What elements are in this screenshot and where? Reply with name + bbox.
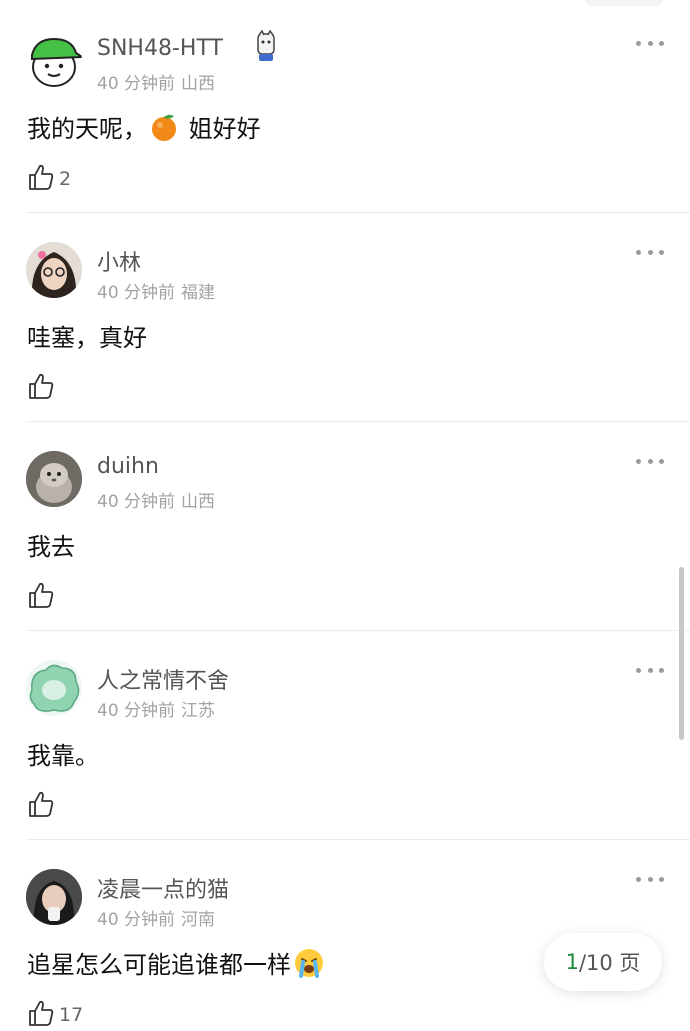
comment-location: 江苏 [181, 701, 216, 721]
like-button[interactable]: 2 [27, 164, 71, 194]
user-badge-icon [254, 29, 278, 64]
username[interactable]: 小林 [97, 245, 141, 277]
username[interactable]: 人之常情不舍 [97, 663, 229, 695]
more-dots-icon[interactable] [636, 869, 664, 889]
comment-text: 我的天呢， 姐好好 [27, 109, 261, 144]
divider [26, 212, 690, 213]
divider [26, 839, 690, 840]
username[interactable]: duihn [97, 454, 159, 479]
comment-location: 山西 [181, 74, 216, 94]
top-stub [584, 0, 664, 6]
comment-time: 40 分钟前 [97, 492, 176, 512]
thumb-up-icon [27, 999, 55, 1031]
like-button[interactable]: 17 [27, 1000, 83, 1030]
avatar[interactable] [26, 242, 82, 298]
like-count: 2 [59, 168, 72, 190]
comment-text: 我靠。 [27, 742, 99, 770]
thumb-up-icon [27, 163, 55, 195]
comment-meta: 40 分钟前 山西 [97, 69, 215, 94]
comment-location: 山西 [181, 492, 216, 512]
comment-text: 追星怎么可能追谁都一样 [27, 945, 325, 980]
comment-time: 40 分钟前 [97, 74, 176, 94]
like-button[interactable] [27, 791, 59, 821]
comment-time: 40 分钟前 [97, 910, 176, 930]
thumb-up-icon [27, 581, 55, 613]
total-pages: /10 页 [578, 951, 641, 975]
scrollbar[interactable] [679, 567, 684, 740]
current-page: 1 [565, 950, 579, 974]
username[interactable]: 凌晨一点的猫 [97, 872, 229, 904]
comment-location: 福建 [181, 283, 216, 303]
comment-location: 河南 [181, 910, 216, 930]
like-button[interactable] [27, 582, 59, 612]
like-button[interactable] [27, 373, 59, 403]
thumb-up-icon [27, 372, 55, 404]
orange-emoji-icon [149, 112, 179, 141]
comment-meta: 40 分钟前 山西 [97, 487, 215, 512]
divider [26, 421, 690, 422]
comment-meta: 40 分钟前 江苏 [97, 696, 215, 721]
divider [26, 630, 690, 631]
page-indicator[interactable]: 1/10 页 [544, 933, 662, 991]
thumb-up-icon [27, 790, 55, 822]
comment-time: 40 分钟前 [97, 283, 176, 303]
more-dots-icon[interactable] [636, 33, 664, 53]
more-dots-icon[interactable] [636, 451, 664, 471]
comment-time: 40 分钟前 [97, 701, 176, 721]
comment-meta: 40 分钟前 福建 [97, 278, 215, 303]
avatar[interactable] [26, 869, 82, 925]
comment-text: 哇塞，真好 [27, 324, 147, 352]
avatar[interactable] [26, 660, 82, 716]
more-dots-icon[interactable] [636, 660, 664, 680]
avatar[interactable] [26, 451, 82, 507]
like-count: 17 [59, 1004, 84, 1026]
more-dots-icon[interactable] [636, 242, 664, 262]
username[interactable]: SNH48-HTT [97, 36, 223, 61]
comment-meta: 40 分钟前 河南 [97, 905, 215, 930]
avatar[interactable] [26, 33, 82, 89]
comment-text: 我去 [27, 533, 75, 561]
crying-emoji-icon [293, 947, 325, 978]
